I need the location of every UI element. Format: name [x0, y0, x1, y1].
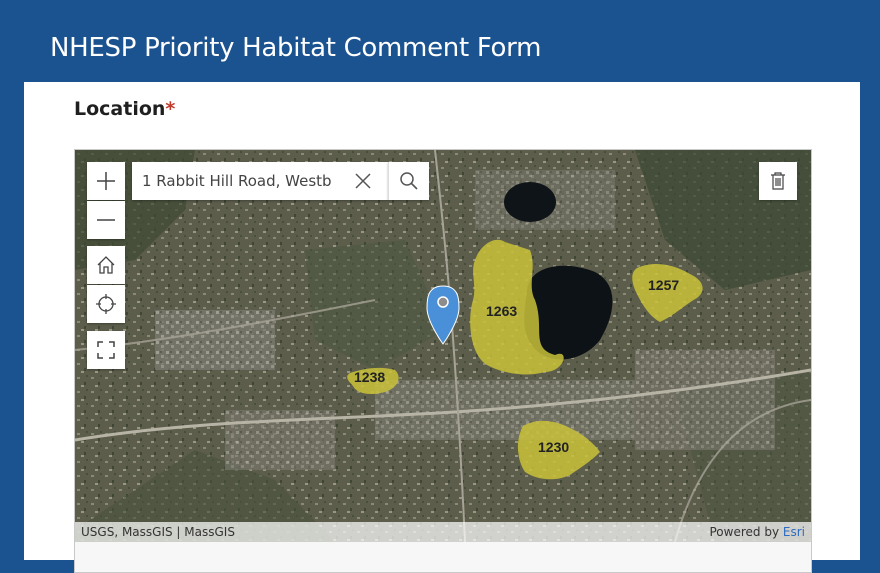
expand-icon	[97, 341, 115, 359]
home-button[interactable]	[87, 246, 125, 284]
plus-icon	[97, 172, 115, 190]
location-label-text: Location	[74, 98, 166, 120]
attribution-sources: USGS, MassGIS | MassGIS	[81, 525, 235, 539]
esri-link[interactable]: Esri	[783, 525, 805, 539]
zoom-out-button[interactable]	[87, 201, 125, 239]
location-label: Location*	[74, 98, 175, 120]
zoom-in-button[interactable]	[87, 162, 125, 200]
locate-button[interactable]	[87, 285, 125, 323]
form-card: Location* 1263 1257 1238 1230 1 Rabbit H…	[24, 82, 860, 573]
trash-icon	[771, 172, 785, 190]
search-input[interactable]	[132, 162, 342, 200]
home-icon	[97, 256, 115, 274]
required-marker: *	[165, 98, 176, 120]
satellite-basemap[interactable]: 1263 1257 1238 1230	[75, 150, 811, 542]
crosshair-icon	[96, 294, 116, 314]
habitat-label-1263: 1263	[486, 303, 517, 319]
habitat-label-1257: 1257	[648, 277, 679, 293]
map-attribution: USGS, MassGIS | MassGIS Powered by Esri	[75, 522, 811, 542]
address-search[interactable]	[132, 162, 429, 200]
powered-by: Powered by Esri	[710, 525, 806, 539]
powered-by-text: Powered by	[709, 525, 780, 539]
location-map[interactable]: 1263 1257 1238 1230 1 Rabbit Hill Road, …	[74, 149, 812, 543]
habitat-label-1238: 1238	[354, 369, 385, 385]
close-icon	[355, 173, 371, 189]
delete-button[interactable]	[759, 162, 797, 200]
map-footer-panel	[74, 542, 812, 573]
magnifier-icon	[400, 172, 418, 190]
search-clear-button[interactable]	[344, 162, 382, 200]
minus-icon	[97, 219, 115, 221]
habitat-label-1230: 1230	[538, 439, 569, 455]
search-button[interactable]	[388, 162, 429, 200]
app-header: NHESP Priority Habitat Comment Form	[0, 0, 880, 82]
fullscreen-button[interactable]	[87, 331, 125, 369]
page-title: NHESP Priority Habitat Comment Form	[50, 33, 542, 63]
